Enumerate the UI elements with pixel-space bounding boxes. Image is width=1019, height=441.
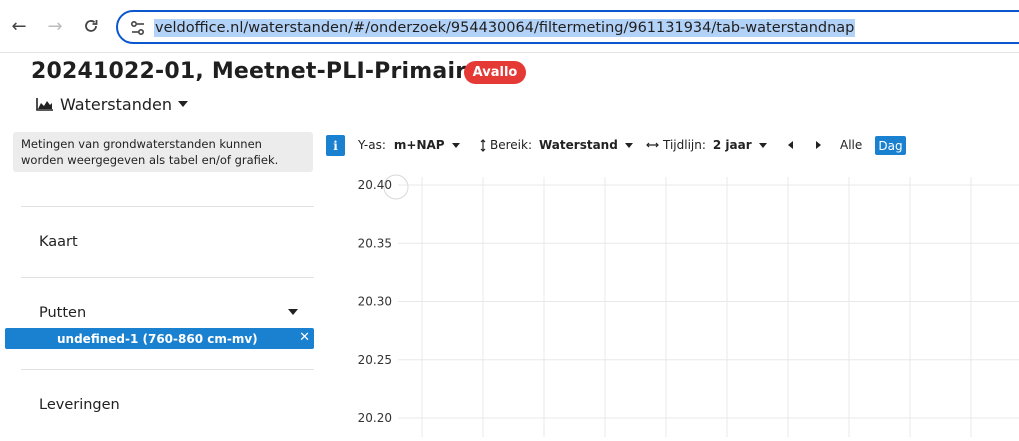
divider: [21, 369, 314, 370]
info-button[interactable]: i: [326, 135, 345, 156]
chevron-down-icon[interactable]: [288, 309, 298, 315]
chart-svg: 20.40 20.35 20.30 20.25 20.20: [358, 174, 1019, 437]
prev-button[interactable]: [788, 141, 793, 149]
chevron-down-icon: [624, 142, 633, 148]
sidebar-item-leveringen[interactable]: Leveringen: [39, 397, 120, 413]
chevron-down-icon: [451, 142, 460, 148]
caret-left-icon: [788, 141, 793, 149]
chart-controls: i Y-as: m+NAP Bereik: Waterstand Tijdlij…: [326, 135, 1019, 157]
bereik-value: Waterstand: [539, 138, 618, 152]
sidebar-item-kaart[interactable]: Kaart: [39, 234, 78, 250]
status-badge: Avallo: [464, 61, 526, 84]
page-title: 20241022-01, Meetnet-PLI-Primair: [31, 59, 467, 84]
arrow-right-icon: →: [47, 15, 63, 37]
yas-dropdown[interactable]: Y-as: m+NAP: [358, 138, 460, 152]
bereik-dropdown[interactable]: Bereik: Waterstand: [480, 138, 633, 152]
sidebar-item-putten[interactable]: Putten: [39, 305, 86, 321]
y-tick-label: 20.30: [358, 295, 392, 309]
yas-value: m+NAP: [393, 138, 445, 152]
view-dropdown-label: Waterstanden: [60, 94, 172, 114]
reload-button[interactable]: [78, 13, 104, 39]
chevron-down-icon: [758, 142, 767, 148]
tune-icon[interactable]: [128, 18, 148, 38]
y-tick-label: 20.20: [358, 411, 392, 425]
horizontal-range-icon: [646, 142, 659, 148]
alle-button[interactable]: Alle: [840, 138, 862, 152]
next-button[interactable]: [816, 141, 821, 149]
address-bar[interactable]: veldoffice.nl/waterstanden/#/onderzoek/9…: [116, 10, 1019, 44]
tijdlijn-label: Tijdlijn:: [663, 138, 706, 152]
selected-put-label: undefined-1 (760-860 cm-mv): [57, 331, 258, 346]
chevron-down-icon: [178, 101, 188, 107]
view-dropdown[interactable]: Waterstanden: [36, 93, 188, 115]
forward-button[interactable]: →: [42, 13, 68, 39]
browser-toolbar: ← → veldoffice.nl/waterstanden/#/onderzo…: [0, 0, 1019, 53]
tijdlijn-value: 2 jaar: [712, 138, 752, 152]
yas-label: Y-as:: [358, 138, 386, 152]
bereik-label: Bereik:: [490, 138, 532, 152]
sidebar-info-text: Metingen van grondwaterstanden kunnen wo…: [13, 132, 313, 172]
dag-button[interactable]: Dag: [875, 136, 906, 155]
vertical-range-icon: [480, 138, 486, 152]
back-button[interactable]: ←: [6, 13, 32, 39]
divider: [21, 206, 314, 207]
close-icon[interactable]: ✕: [299, 330, 310, 345]
arrow-left-icon: ←: [11, 15, 27, 37]
divider: [21, 277, 314, 278]
y-tick-label: 20.40: [358, 178, 392, 192]
area-chart-icon: [36, 98, 53, 111]
selected-put-item[interactable]: undefined-1 (760-860 cm-mv) ✕: [5, 328, 314, 349]
caret-right-icon: [816, 141, 821, 149]
y-tick-label: 20.25: [358, 353, 392, 367]
reload-icon: [85, 20, 98, 32]
y-tick-label: 20.35: [358, 236, 392, 250]
url-text[interactable]: veldoffice.nl/waterstanden/#/onderzoek/9…: [154, 19, 856, 37]
tijdlijn-dropdown[interactable]: Tijdlijn: 2 jaar: [646, 138, 767, 152]
waterstand-chart[interactable]: 20.40 20.35 20.30 20.25 20.20: [326, 165, 1019, 437]
